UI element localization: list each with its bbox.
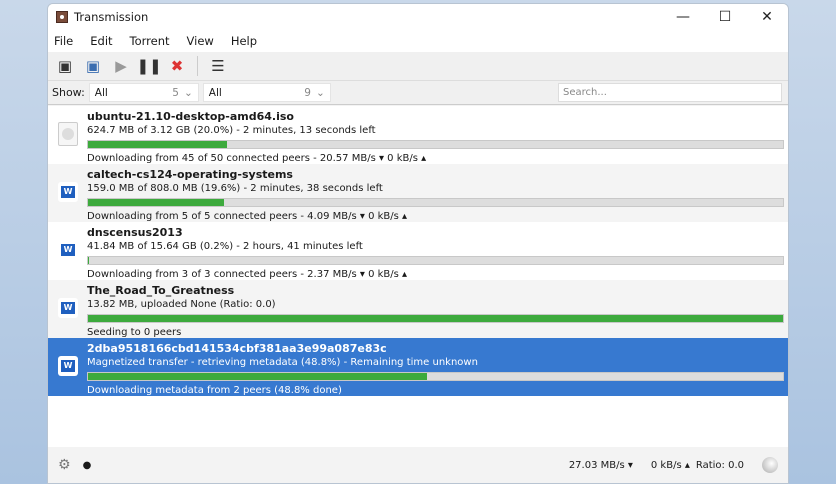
download-speed: 27.03 MB/s ▾ <box>568 459 633 471</box>
torrent-row[interactable]: ubuntu-21.10-desktop-amd64.iso 624.7 MB … <box>48 106 788 164</box>
torrent-name: The_Road_To_Greatness <box>87 284 235 297</box>
torrent-info: 13.82 MB, uploaded None (Ratio: 0.0) <box>87 299 276 310</box>
torrent-row-selected[interactable]: W 2dba9518166cbd141534cbf381aa3e99a087e8… <box>48 338 788 396</box>
torrent-status: Downloading metadata from 2 peers (48.8%… <box>87 385 342 396</box>
torrent-info: 41.84 MB of 15.64 GB (0.2%) - 2 hours, 4… <box>87 241 363 252</box>
transmission-logo-icon <box>56 11 68 23</box>
progress-bar <box>87 256 784 265</box>
filter-bar: Show: All 5 ⌄ All 9 ⌄ Search... <box>48 80 788 105</box>
status-bar: ⚙ ● 27.03 MB/s ▾ 0 kB/s ▴ Ratio: 0.0 <box>48 447 788 483</box>
chevron-down-icon: ⌄ <box>183 86 193 99</box>
menu-help[interactable]: Help <box>231 34 257 48</box>
progress-fill <box>88 257 90 264</box>
window-title: Transmission <box>74 10 149 24</box>
menu-edit[interactable]: Edit <box>90 34 112 48</box>
ratio[interactable]: Ratio: 0.0 <box>696 460 744 471</box>
open-url-icon[interactable]: ▣ <box>82 55 104 77</box>
progress-bar <box>87 314 784 323</box>
torrent-name: ubuntu-21.10-desktop-amd64.iso <box>87 110 294 123</box>
menu-torrent[interactable]: Torrent <box>130 34 170 48</box>
activity-value: All <box>94 86 108 99</box>
menu-file[interactable]: File <box>54 34 73 48</box>
ratio-icon[interactable] <box>762 457 778 473</box>
turtle-icon[interactable]: ● <box>83 460 92 471</box>
properties-icon[interactable]: ☰ <box>207 55 229 77</box>
tracker-value: All <box>208 86 222 99</box>
minimize-button[interactable]: — <box>662 9 704 25</box>
torrent-info: 624.7 MB of 3.12 GB (20.0%) - 2 minutes,… <box>87 125 376 136</box>
tracker-count: 9 <box>304 86 311 99</box>
upload-speed: 0 kB/s ▴ <box>650 459 690 471</box>
word-file-icon: W <box>57 237 79 263</box>
title-bar: Transmission — ☐ ✕ <box>48 4 788 30</box>
progress-fill <box>88 199 225 206</box>
progress-fill <box>88 141 227 148</box>
show-label: Show: <box>52 86 85 99</box>
maximize-button[interactable]: ☐ <box>704 9 746 25</box>
progress-bar <box>87 198 784 207</box>
menu-view[interactable]: View <box>187 34 214 48</box>
chevron-down-icon: ⌄ <box>315 86 325 99</box>
toolbar: ▣ ▣ ▶ ❚❚ ✖ ☰ <box>48 52 788 80</box>
torrent-row[interactable]: W caltech-cs124-operating-systems 159.0 … <box>48 164 788 222</box>
tracker-filter-select[interactable]: All 9 ⌄ <box>202 83 331 102</box>
start-icon[interactable]: ▶ <box>110 55 132 77</box>
torrent-row[interactable]: W dnscensus2013 41.84 MB of 15.64 GB (0.… <box>48 222 788 280</box>
torrent-list: ubuntu-21.10-desktop-amd64.iso 624.7 MB … <box>48 106 788 448</box>
torrent-info: 159.0 MB of 808.0 MB (19.6%) - 2 minutes… <box>87 183 383 194</box>
close-button[interactable]: ✕ <box>746 9 788 25</box>
menu-bar: File Edit Torrent View Help <box>48 30 788 52</box>
torrent-name: dnscensus2013 <box>87 226 183 239</box>
torrent-info: Magnetized transfer - retrieving metadat… <box>87 357 478 368</box>
toolbar-divider <box>197 56 198 76</box>
gear-icon[interactable]: ⚙ <box>58 457 71 473</box>
word-file-icon: W <box>57 179 79 205</box>
pause-icon[interactable]: ❚❚ <box>136 55 161 77</box>
progress-bar <box>87 372 784 381</box>
activity-filter-select[interactable]: All 5 ⌄ <box>88 83 199 102</box>
torrent-row[interactable]: W The_Road_To_Greatness 13.82 MB, upload… <box>48 280 788 338</box>
word-file-icon: W <box>57 295 79 321</box>
word-file-icon: W <box>57 353 79 379</box>
search-input[interactable]: Search... <box>558 83 782 102</box>
torrent-name: 2dba9518166cbd141534cbf381aa3e99a087e83c <box>87 342 387 355</box>
app-window: Transmission — ☐ ✕ File Edit Torrent Vie… <box>47 3 789 484</box>
open-torrent-icon[interactable]: ▣ <box>54 55 76 77</box>
progress-fill <box>88 315 783 322</box>
remove-icon[interactable]: ✖ <box>166 55 188 77</box>
progress-bar <box>87 140 784 149</box>
activity-count: 5 <box>172 86 179 99</box>
torrent-name: caltech-cs124-operating-systems <box>87 168 293 181</box>
disc-file-icon <box>57 121 79 147</box>
progress-fill <box>88 373 428 380</box>
